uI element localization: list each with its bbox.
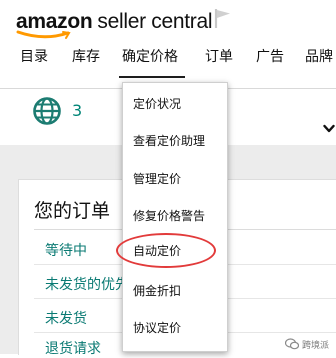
highlight-annotation-circle bbox=[116, 233, 216, 268]
menu-item-agreement-pricing[interactable]: 协议定价 bbox=[133, 319, 181, 336]
wechat-icon bbox=[285, 338, 299, 350]
active-nav-indicator bbox=[119, 76, 185, 78]
top-nav: 目录 库存 确定价格 订单 广告 品牌 bbox=[0, 46, 336, 74]
nav-item-brands[interactable]: 品牌 bbox=[305, 46, 333, 66]
watermark-text: 跨境派 bbox=[302, 340, 330, 351]
globe-icon[interactable] bbox=[32, 96, 62, 126]
nav-item-inventory[interactable]: 库存 bbox=[72, 46, 100, 66]
order-link-return-requests[interactable]: 退货请求 bbox=[45, 338, 101, 358]
watermark: 跨境派 bbox=[285, 336, 329, 352]
logo-seller-central-text: seller central bbox=[97, 10, 213, 33]
nav-item-catalog[interactable]: 目录 bbox=[20, 46, 48, 66]
nav-item-orders[interactable]: 订单 bbox=[205, 46, 233, 66]
order-link-pending[interactable]: 等待中 bbox=[45, 240, 87, 260]
order-link-unshipped-priority[interactable]: 未发货的优先 bbox=[45, 274, 129, 294]
menu-item-pricing-health[interactable]: 定价状况 bbox=[133, 95, 181, 112]
nav-item-pricing[interactable]: 确定价格 bbox=[122, 46, 178, 66]
orders-card-title: 您的订单 bbox=[34, 200, 111, 222]
menu-item-fee-discounts[interactable]: 佣金折扣 bbox=[133, 282, 181, 299]
amazon-smile-icon bbox=[16, 30, 71, 39]
marketplace-count: 3 bbox=[72, 101, 83, 120]
order-link-unshipped[interactable]: 未发货 bbox=[45, 308, 87, 328]
menu-item-fix-price-alerts[interactable]: 修复价格警告 bbox=[133, 207, 205, 224]
menu-item-pricing-assistant[interactable]: 查看定价助理 bbox=[133, 132, 205, 149]
menu-item-manage-pricing[interactable]: 管理定价 bbox=[133, 170, 181, 187]
flag-icon[interactable] bbox=[212, 7, 234, 29]
nav-item-advertising[interactable]: 广告 bbox=[256, 46, 284, 66]
chevron-down-icon[interactable] bbox=[323, 124, 335, 134]
